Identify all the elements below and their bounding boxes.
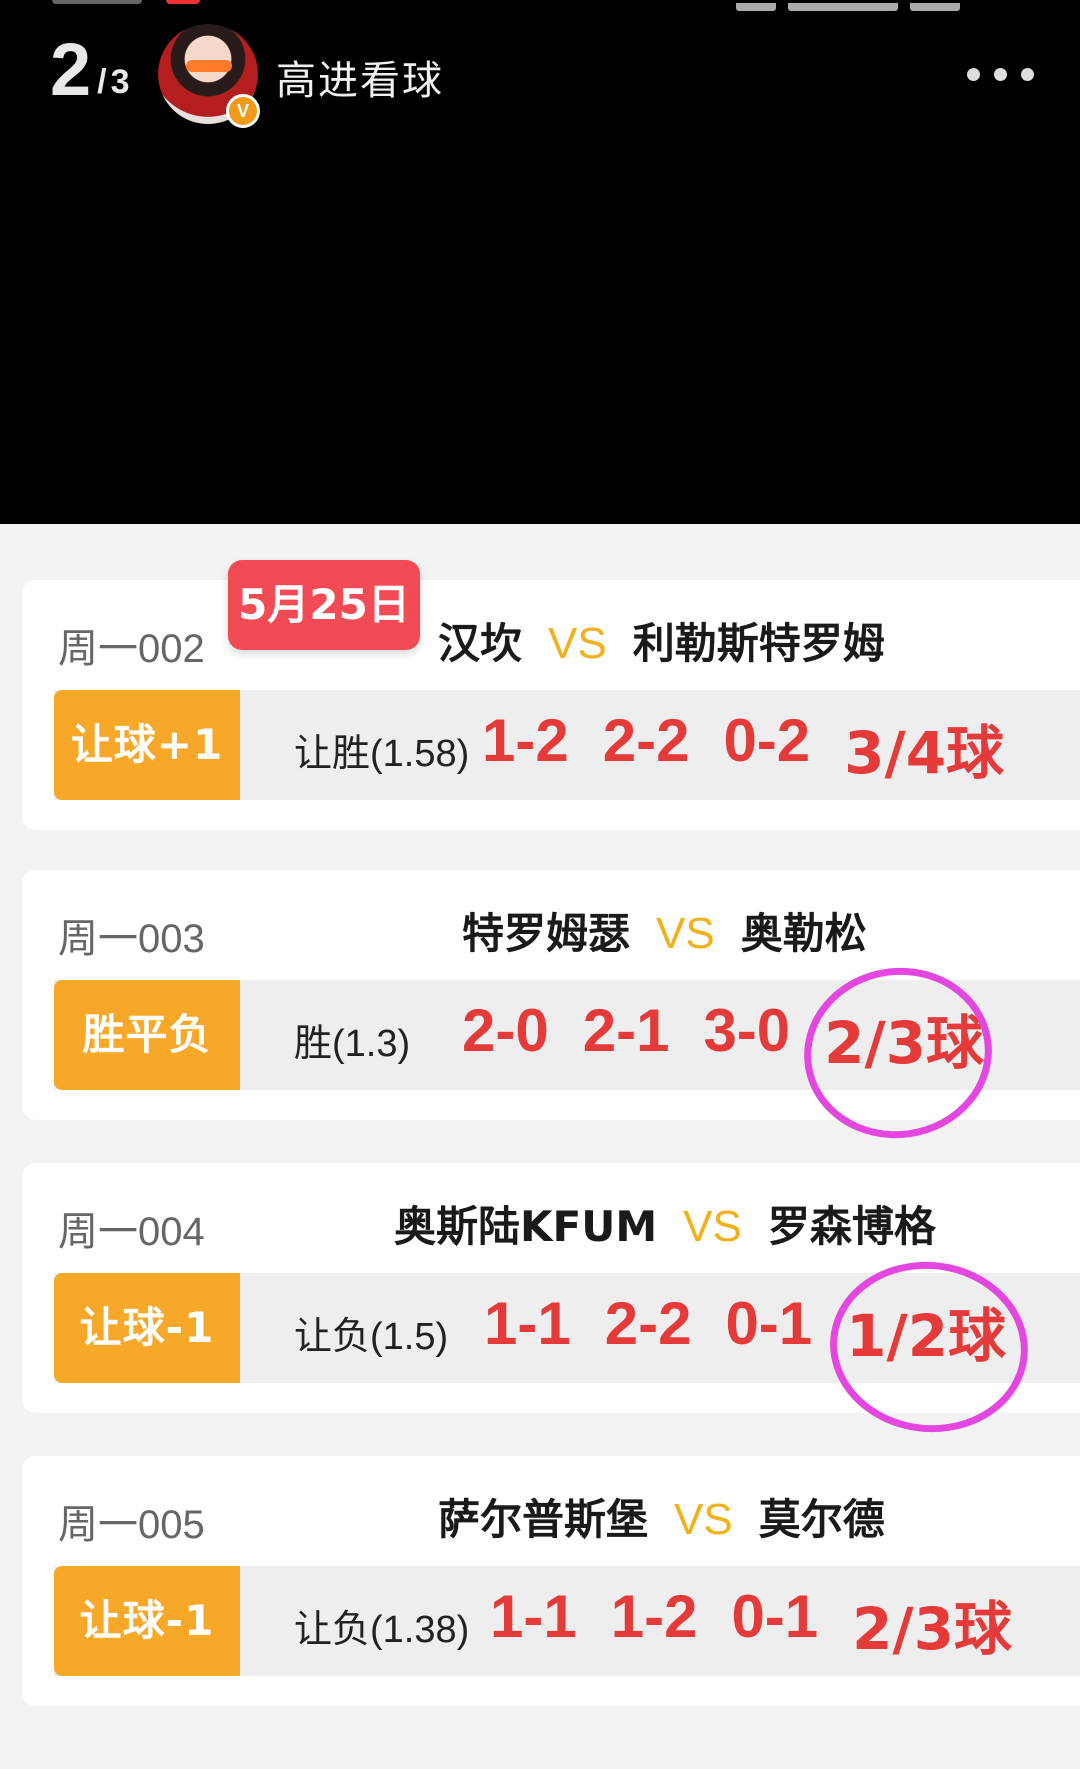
pick-label: 让负 — [294, 1607, 371, 1651]
viewer-top-bar: 2/3 V 高进看球 — [0, 20, 1080, 130]
match-card: 周一005 萨尔普斯堡 VS 莫尔德 让球-1 让负(1.38) 1-1 1-2 0… — [22, 1456, 1080, 1706]
away-team: 利勒斯特罗姆 — [632, 619, 885, 668]
score-predictions: 1-2 2-2 0-2 3/4球 — [482, 706, 1004, 790]
matchup: 萨尔普斯堡 VS 莫尔德 — [438, 1486, 885, 1547]
bet-type-tag: 让球-1 — [54, 1273, 240, 1383]
score-2: 2-2 — [604, 1290, 692, 1357]
battery-icon — [910, 3, 960, 11]
match-code: 周一003 — [58, 917, 205, 961]
username[interactable]: 高进看球 — [276, 48, 444, 106]
away-team: 罗森博格 — [767, 1202, 936, 1251]
home-team: 萨尔普斯堡 — [438, 1495, 649, 1544]
more-dot — [967, 68, 980, 81]
score-2: 2-1 — [582, 997, 670, 1064]
pick: 胜(1.3) — [294, 1012, 410, 1067]
bet-type-tag: 胜平负 — [54, 980, 240, 1090]
home-team: 奥斯陆KFUM — [394, 1202, 658, 1251]
prediction-row: 让球+1 让胜(1.58) 1-2 2-2 0-2 3/4球 — [54, 690, 1080, 800]
page-current: 2 — [50, 28, 92, 111]
verified-badge-icon: V — [226, 94, 260, 128]
score-1: 1-2 — [482, 707, 569, 774]
total-goals: 2/3球 — [852, 1595, 1013, 1663]
score-2: 1-2 — [610, 1583, 698, 1650]
home-team: 特罗姆瑟 — [462, 909, 631, 958]
date-badge: 5月25日 — [228, 560, 420, 650]
bet-type-tag: 让球+1 — [54, 690, 240, 800]
status-time — [52, 0, 142, 4]
match-card: 周一002 汉坎 VS 利勒斯特罗姆 让球+1 让胜(1.58) 1-2 2-2 0… — [22, 580, 1080, 830]
image-counter: 2/3 — [50, 30, 130, 110]
vs-label: VS — [674, 1495, 733, 1544]
avatar[interactable]: V — [158, 24, 260, 128]
score-3: 0-1 — [725, 1290, 813, 1357]
more-dot — [1021, 68, 1034, 81]
pick-label: 胜 — [294, 1021, 333, 1065]
status-icons — [736, 0, 1016, 11]
pick: 让胜(1.58) — [294, 722, 469, 777]
prediction-row: 让球-1 让负(1.38) 1-1 1-2 0-1 2/3球 — [54, 1566, 1080, 1676]
page-separator: / — [97, 63, 107, 101]
away-team: 莫尔德 — [758, 1495, 885, 1544]
bet-type-tag: 让球-1 — [54, 1566, 240, 1676]
score-2: 2-2 — [602, 707, 690, 774]
more-options-icon[interactable] — [967, 68, 1034, 81]
score-1: 1-1 — [490, 1583, 577, 1650]
match-code: 周一002 — [58, 627, 205, 671]
total-goals: 3/4球 — [844, 719, 1005, 787]
pick-odds: (1.3) — [332, 1023, 411, 1065]
pick: 让负(1.38) — [294, 1598, 469, 1653]
avatar-sunglasses — [186, 60, 232, 72]
pick-label: 让负 — [294, 1314, 371, 1358]
vs-label: VS — [656, 909, 715, 958]
matchup: 奥斯陆KFUM VS 罗森博格 — [394, 1193, 936, 1254]
wifi-icon — [736, 3, 776, 11]
match-code: 周一005 — [58, 1503, 205, 1547]
matchup: 汉坎 VS 利勒斯特罗姆 — [438, 610, 885, 671]
pick-label: 让胜 — [294, 731, 371, 775]
score-3: 0-2 — [723, 707, 811, 774]
pick-odds: (1.58) — [370, 733, 470, 775]
signal-icon — [788, 3, 898, 11]
pick-odds: (1.38) — [370, 1609, 470, 1651]
matchup: 特罗姆瑟 VS 奥勒松 — [462, 900, 867, 961]
pick: 让负(1.5) — [294, 1305, 448, 1360]
status-bar — [0, 0, 1080, 11]
status-notification-icon — [166, 0, 200, 4]
score-1: 1-1 — [484, 1290, 571, 1357]
score-1: 2-0 — [462, 997, 549, 1064]
more-dot — [994, 68, 1007, 81]
score-predictions: 1-1 1-2 0-1 2/3球 — [490, 1582, 1012, 1666]
home-team: 汉坎 — [438, 619, 523, 668]
score-3: 3-0 — [703, 997, 791, 1064]
vs-label: VS — [683, 1202, 742, 1251]
vs-label: VS — [548, 619, 607, 668]
page-total: 3 — [110, 63, 130, 101]
away-team: 奥勒松 — [740, 909, 867, 958]
pick-odds: (1.5) — [370, 1316, 449, 1358]
score-3: 0-1 — [731, 1583, 819, 1650]
match-code: 周一004 — [58, 1210, 205, 1254]
